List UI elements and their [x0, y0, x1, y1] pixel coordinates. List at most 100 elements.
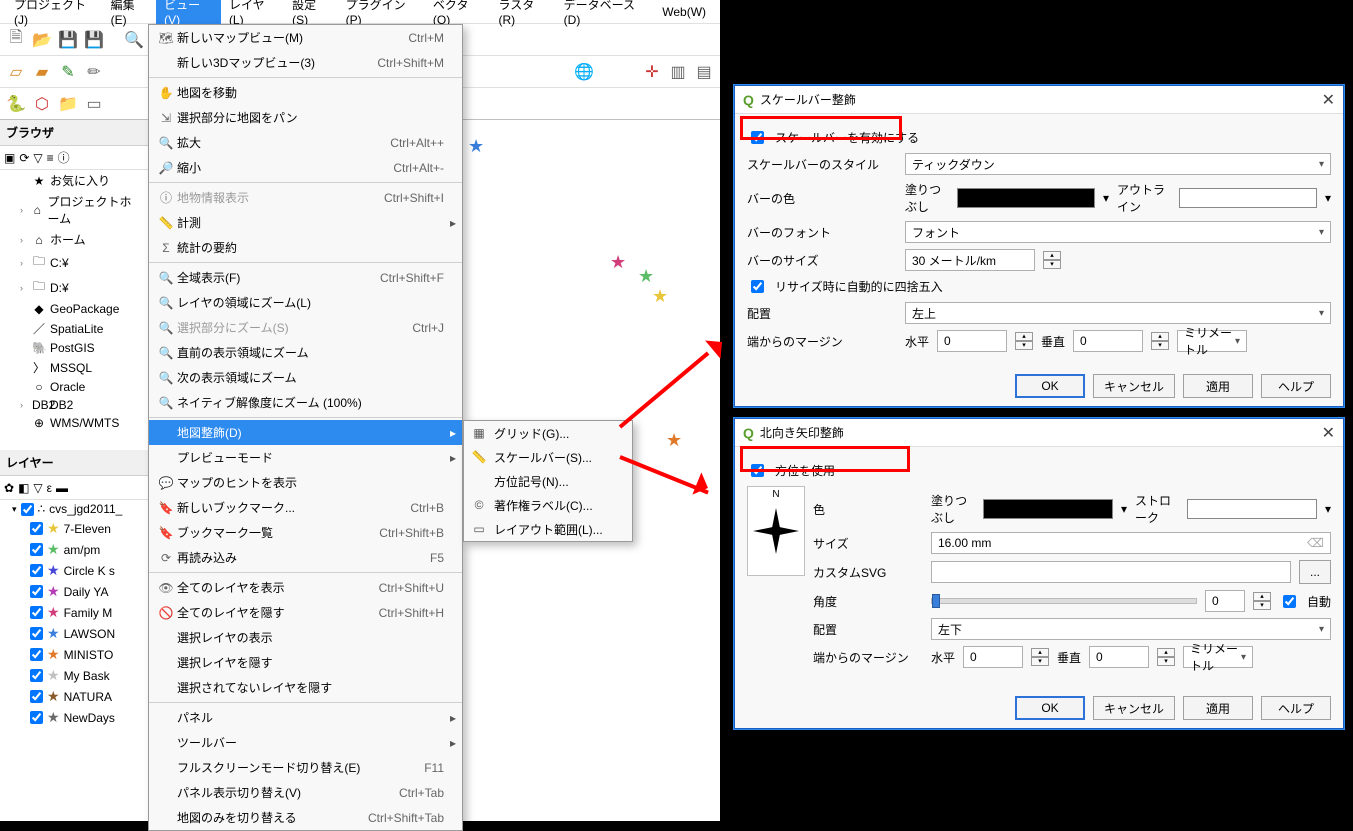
layer-item[interactable]: ★NATURA [0, 686, 149, 707]
ok-button[interactable]: OK [1015, 374, 1085, 398]
view-menu-item[interactable]: 地図整飾(D)▸ [149, 420, 462, 445]
margin-unit-select[interactable]: ミリメートル▾ [1177, 330, 1247, 352]
size-spinner[interactable]: ▴▾ [1043, 251, 1061, 269]
map-feature-star[interactable]: ★ [638, 266, 654, 287]
layer-item[interactable]: ★Circle K s [0, 560, 149, 581]
layers-tree[interactable]: ▾ ∴ cvs_jgd2011_★7-Eleven★am/pm★Circle K… [0, 500, 149, 821]
browser-item[interactable]: ›⌂プロジェクトホーム [0, 191, 149, 229]
view-menu-item[interactable]: Σ統計の要約 [149, 235, 462, 260]
north-fill-swatch[interactable] [983, 499, 1113, 519]
style-select[interactable]: ティックダウン▾ [905, 153, 1331, 175]
horiz-input[interactable]: 0 [937, 330, 1007, 352]
browser-item[interactable]: ›⌂ホーム [0, 229, 149, 250]
scalebar-titlebar[interactable]: Q スケールバー整飾 ✕ [735, 86, 1343, 114]
close-icon[interactable]: ✕ [1322, 90, 1335, 110]
layer-item[interactable]: ★NewDays [0, 707, 149, 728]
view-menu-item[interactable]: 🗺新しいマップビュー(M)Ctrl+M [149, 25, 462, 50]
map-feature-star[interactable]: ★ [610, 252, 626, 273]
map-feature-star[interactable]: ★ [666, 430, 682, 451]
north-help-button[interactable]: ヘルプ [1261, 696, 1331, 720]
north-vert-spinner[interactable]: ▴▾ [1157, 648, 1175, 666]
browser-item[interactable]: 🐘PostGIS [0, 339, 149, 357]
layers-filter-icon[interactable]: ▽ [33, 481, 42, 495]
layer-icon[interactable]: ▭ [82, 92, 106, 116]
font-select[interactable]: フォント▾ [905, 221, 1331, 243]
decoration-menu-item[interactable]: 方位記号(N)... [464, 469, 632, 493]
angle-slider[interactable] [931, 598, 1197, 604]
view-menu-item[interactable]: 🔖新しいブックマーク...Ctrl+B [149, 495, 462, 520]
north-svg-browse[interactable]: ... [1299, 560, 1331, 584]
place-select[interactable]: 左上▾ [905, 302, 1331, 324]
menubar-item[interactable]: ラスタ(R) [491, 0, 556, 31]
size-input[interactable]: 30 メートル/km [905, 249, 1035, 271]
vert-input[interactable]: 0 [1073, 330, 1143, 352]
edit-line-icon[interactable]: ▰ [30, 60, 54, 84]
view-menu-item[interactable]: パネル▸ [149, 705, 462, 730]
browser-collapse-icon[interactable]: ≡ [47, 151, 54, 165]
view-menu-item[interactable]: ⟳再読み込みF5 [149, 545, 462, 570]
layer-root[interactable]: ▾ ∴ cvs_jgd2011_ [0, 500, 149, 518]
north-ok-button[interactable]: OK [1015, 696, 1085, 720]
new-project-icon[interactable]: 🗎 [4, 28, 28, 52]
layers-add-icon[interactable]: ◧ [18, 481, 29, 495]
save-icon[interactable]: 💾 [56, 28, 80, 52]
snap-checkbox[interactable] [751, 280, 764, 293]
browser-add-icon[interactable]: ▣ [4, 151, 15, 165]
north-cancel-button[interactable]: キャンセル [1093, 696, 1175, 720]
help-button[interactable]: ヘルプ [1261, 374, 1331, 398]
layer-item[interactable]: ★Family M [0, 602, 149, 623]
north-horiz-input[interactable]: 0 [963, 646, 1023, 668]
horiz-spinner[interactable]: ▴▾ [1015, 332, 1033, 350]
apply-button[interactable]: 適用 [1183, 374, 1253, 398]
north-apply-button[interactable]: 適用 [1183, 696, 1253, 720]
browser-item[interactable]: ›DB2DB2 [0, 396, 149, 414]
save-as-icon[interactable]: 💾 [82, 28, 106, 52]
north-place-select[interactable]: 左下▾ [931, 618, 1331, 640]
angle-value[interactable]: 0 [1205, 590, 1245, 612]
north-stroke-swatch[interactable] [1187, 499, 1317, 519]
view-menu-item[interactable]: 🔍直前の表示領域にズーム [149, 340, 462, 365]
menubar-item[interactable]: Web(W) [654, 1, 714, 23]
fill-color-dropdown[interactable]: ▾ [1103, 191, 1109, 205]
north-vert-input[interactable]: 0 [1089, 646, 1149, 668]
edit-poly-icon[interactable]: ▱ [4, 60, 28, 84]
hex-icon[interactable]: ⬡ [30, 92, 54, 116]
view-menu[interactable]: 🗺新しいマップビュー(M)Ctrl+M新しい3Dマップビュー(3)Ctrl+Sh… [148, 24, 463, 831]
python-icon[interactable]: 🐍 [4, 92, 28, 116]
layer-item[interactable]: ★MINISTO [0, 644, 149, 665]
layers-remove-icon[interactable]: ▬ [56, 481, 68, 495]
view-menu-item[interactable]: 🚫全てのレイヤを隠すCtrl+Shift+H [149, 600, 462, 625]
browser-item[interactable]: ／SpatiaLite [0, 318, 149, 339]
close-icon[interactable]: ✕ [1322, 423, 1335, 443]
layer-item[interactable]: ★My Bask [0, 665, 149, 686]
browser-item[interactable]: 〉MSSQL [0, 357, 149, 378]
layers-style-icon[interactable]: ✿ [4, 481, 14, 495]
tool-b-icon[interactable]: ▤ [692, 60, 716, 84]
view-menu-item[interactable]: 💬マップのヒントを表示 [149, 470, 462, 495]
browser-filter-icon[interactable]: ▽ [33, 151, 42, 165]
view-menu-item[interactable]: 🔎縮小Ctrl+Alt+- [149, 155, 462, 180]
layer-item[interactable]: ★7-Eleven [0, 518, 149, 539]
folder-icon[interactable]: 📁 [56, 92, 80, 116]
north-svg-input[interactable] [931, 561, 1291, 583]
decoration-menu-item[interactable]: ▭レイアウト範囲(L)... [464, 517, 632, 541]
view-menu-item[interactable]: 🔍ネイティブ解像度にズーム (100%) [149, 390, 462, 415]
fill-color-swatch[interactable] [957, 188, 1095, 208]
angle-spinner[interactable]: ▴▾ [1253, 592, 1271, 610]
open-project-icon[interactable]: 📂 [30, 28, 54, 52]
view-menu-item[interactable]: ツールバー▸ [149, 730, 462, 755]
layer-item[interactable]: ★LAWSON [0, 623, 149, 644]
layers-expr-icon[interactable]: ε [47, 481, 52, 495]
view-menu-item[interactable]: プレビューモード▸ [149, 445, 462, 470]
browser-item[interactable]: ⊕WMS/WMTS [0, 414, 149, 432]
browser-item[interactable]: ›🗀C:¥ [0, 250, 149, 275]
browser-item[interactable]: ★お気に入り [0, 170, 149, 191]
browser-item[interactable]: ◆GeoPackage [0, 300, 149, 318]
view-menu-item[interactable]: ⇲選択部分に地図をパン [149, 105, 462, 130]
outline-color-swatch[interactable] [1179, 188, 1317, 208]
menubar-item[interactable]: データベース(D) [556, 0, 655, 31]
layer-item[interactable]: ★Daily YA [0, 581, 149, 602]
layer-item[interactable]: ★am/pm [0, 539, 149, 560]
world-icon[interactable]: 🌐 [572, 60, 596, 84]
browser-tree[interactable]: ★お気に入り›⌂プロジェクトホーム›⌂ホーム›🗀C:¥›🗀D:¥◆GeoPack… [0, 170, 149, 450]
